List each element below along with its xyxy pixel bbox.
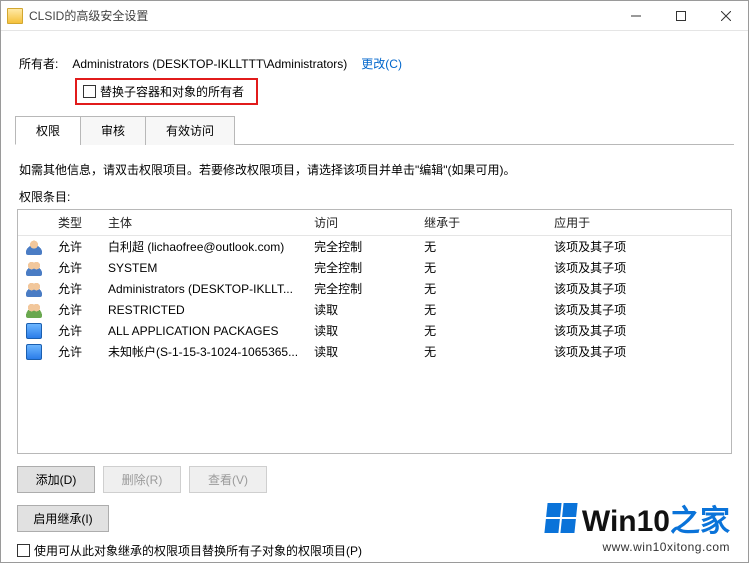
permissions-table-wrapper: 类型 主体 访问 继承于 应用于 允许白利超 (lichaofree@outlo… [17,209,732,454]
cell-inherit: 无 [416,320,546,341]
cell-access: 完全控制 [306,236,416,258]
window-title: CLSID的高级安全设置 [29,7,613,24]
cell-access: 读取 [306,299,416,320]
cell-principal: SYSTEM [100,257,306,278]
table-row[interactable]: 允许ALL APPLICATION PACKAGES读取无该项及其子项 [18,320,731,341]
tab-audit[interactable]: 审核 [80,116,146,145]
cell-inherit: 无 [416,236,546,258]
cell-inherit: 无 [416,299,546,320]
col-principal-header[interactable]: 主体 [100,210,306,236]
add-button[interactable]: 添加(D) [17,466,95,493]
cell-principal: ALL APPLICATION PACKAGES [100,320,306,341]
cell-principal: Administrators (DESKTOP-IKLLT... [100,278,306,299]
principal-icon [26,302,42,318]
remove-button[interactable]: 删除(R) [103,466,181,493]
cell-access: 读取 [306,341,416,362]
cell-principal: 未知帐户(S-1-15-3-1024-1065365... [100,341,306,362]
table-row[interactable]: 允许白利超 (lichaofree@outlook.com)完全控制无该项及其子… [18,236,731,258]
cell-apply: 该项及其子项 [546,278,731,299]
view-button[interactable]: 查看(V) [189,466,267,493]
cell-inherit: 无 [416,278,546,299]
highlight-box: 替换子容器和对象的所有者 [75,78,258,105]
cell-type: 允许 [50,236,100,258]
tab-permissions[interactable]: 权限 [15,116,81,145]
replace-owner-checkbox[interactable] [83,85,96,98]
principal-icon [26,281,42,297]
principal-icon [26,239,42,255]
permissions-table: 类型 主体 访问 继承于 应用于 允许白利超 (lichaofree@outlo… [18,210,731,362]
cell-type: 允许 [50,320,100,341]
maximize-button[interactable] [658,1,703,30]
replace-owner-label: 替换子容器和对象的所有者 [100,83,244,100]
cell-type: 允许 [50,278,100,299]
owner-row: 所有者: Administrators (DESKTOP-IKLLTTT\Adm… [19,55,730,72]
content-area: 所有者: Administrators (DESKTOP-IKLLTTT\Adm… [1,31,748,569]
replace-owner-row: 替换子容器和对象的所有者 [75,78,734,105]
cell-apply: 该项及其子项 [546,341,731,362]
owner-value: Administrators (DESKTOP-IKLLTTT\Administ… [72,57,347,71]
cell-inherit: 无 [416,341,546,362]
cell-type: 允许 [50,299,100,320]
cell-apply: 该项及其子项 [546,320,731,341]
replace-all-checkbox[interactable] [17,544,30,557]
permission-entries-label: 权限条目: [19,188,730,205]
replace-all-row: 使用可从此对象继承的权限项目替换所有子对象的权限项目(P) [17,542,732,559]
table-row[interactable]: 允许SYSTEM完全控制无该项及其子项 [18,257,731,278]
cell-apply: 该项及其子项 [546,299,731,320]
inherit-row: 启用继承(I) [17,505,732,532]
col-inherit-header[interactable]: 继承于 [416,210,546,236]
folder-icon [7,8,23,24]
tabs: 权限 审核 有效访问 [15,115,734,145]
window-controls [613,1,748,30]
principal-icon [26,260,42,276]
table-row[interactable]: 允许Administrators (DESKTOP-IKLLT...完全控制无该… [18,278,731,299]
cell-access: 完全控制 [306,278,416,299]
table-row[interactable]: 允许RESTRICTED读取无该项及其子项 [18,299,731,320]
col-type-header[interactable]: 类型 [50,210,100,236]
cell-principal: RESTRICTED [100,299,306,320]
cell-apply: 该项及其子项 [546,236,731,258]
cell-type: 允许 [50,341,100,362]
close-button[interactable] [703,1,748,30]
table-row[interactable]: 允许未知帐户(S-1-15-3-1024-1065365...读取无该项及其子项 [18,341,731,362]
change-owner-link[interactable]: 更改(C) [361,55,402,72]
titlebar: CLSID的高级安全设置 [1,1,748,31]
cell-principal: 白利超 (lichaofree@outlook.com) [100,236,306,258]
owner-label: 所有者: [19,55,58,72]
cell-type: 允许 [50,257,100,278]
cell-access: 完全控制 [306,257,416,278]
cell-access: 读取 [306,320,416,341]
replace-all-label: 使用可从此对象继承的权限项目替换所有子对象的权限项目(P) [34,542,362,559]
col-access-header[interactable]: 访问 [306,210,416,236]
principal-icon [26,344,42,360]
enable-inherit-button[interactable]: 启用继承(I) [17,505,109,532]
buttons-row: 添加(D) 删除(R) 查看(V) [17,466,732,493]
tab-effective[interactable]: 有效访问 [145,116,235,145]
principal-icon [26,323,42,339]
minimize-button[interactable] [613,1,658,30]
security-dialog: CLSID的高级安全设置 所有者: Administrators (DESKTO… [0,0,749,563]
col-icon-header[interactable] [18,210,50,236]
instructions-text: 如需其他信息，请双击权限项目。若要修改权限项目，请选择该项目并单击"编辑"(如果… [19,161,730,178]
col-apply-header[interactable]: 应用于 [546,210,731,236]
cell-inherit: 无 [416,257,546,278]
cell-apply: 该项及其子项 [546,257,731,278]
